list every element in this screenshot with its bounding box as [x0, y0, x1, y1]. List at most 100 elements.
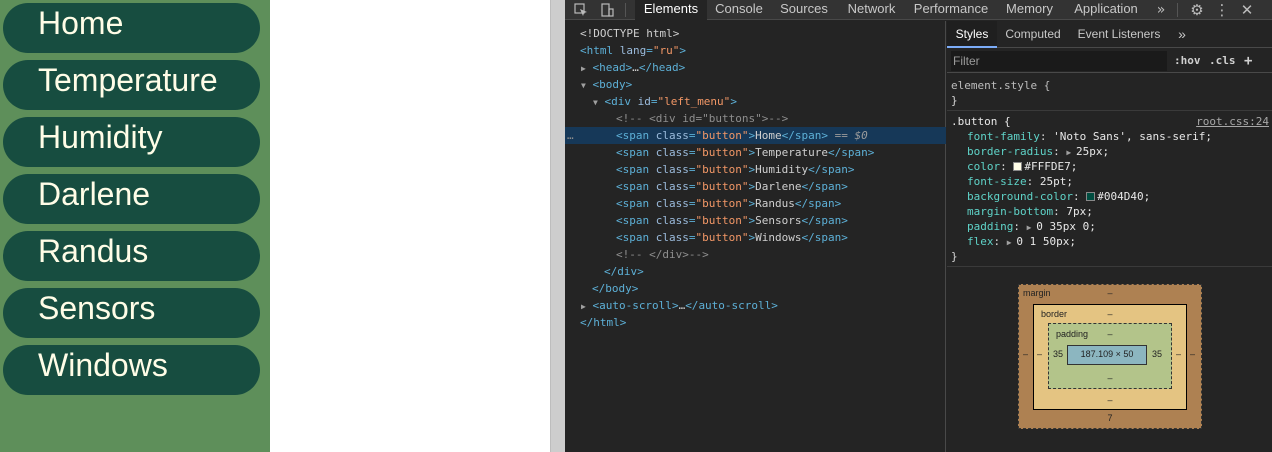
hover-state-button[interactable]: :hov — [1174, 53, 1201, 69]
rule-source-link[interactable]: root.css:24 — [1196, 114, 1269, 129]
more-styles-tabs-icon[interactable]: » — [1171, 21, 1193, 48]
page-scrollbar[interactable] — [550, 0, 565, 452]
style-property-font-family[interactable]: font-family: 'Noto Sans', sans-serif; — [967, 129, 1212, 144]
div-tag: div — [611, 95, 631, 108]
expand-triangle-icon[interactable]: ▶ — [581, 302, 586, 311]
padding-left-value[interactable]: 35 — [1053, 349, 1063, 360]
style-property-margin-bottom[interactable]: margin-bottom: 7px; — [967, 204, 1093, 219]
margin-top-value[interactable]: – — [1100, 288, 1120, 299]
tree-span-windows[interactable]: <span class="button">Windows</span> — [565, 229, 946, 246]
style-property-border-radius[interactable]: border-radius: ▶ 25px; — [967, 144, 1109, 159]
menu-button-randus[interactable]: Randus — [3, 231, 260, 281]
property-name: font-family — [967, 130, 1040, 143]
expand-triangle-icon[interactable]: ▶ — [1027, 223, 1037, 232]
class-toggle-button[interactable]: .cls — [1209, 53, 1236, 69]
filter-row: :hov .cls + — [947, 49, 1272, 73]
tab-performance[interactable]: Performance — [913, 0, 989, 20]
span-attr-value: "button" — [695, 146, 749, 159]
tab-application[interactable]: Application — [1070, 0, 1142, 20]
tree-auto-scroll[interactable]: ▶ <auto-scroll>…</auto-scroll> — [565, 297, 946, 314]
tree-span-humidity[interactable]: <span class="button">Humidity</span> — [565, 161, 946, 178]
span-tag: span — [622, 197, 650, 210]
kebab-menu-icon[interactable]: ⋮ — [1212, 0, 1232, 20]
row-menu-dots-icon[interactable]: … — [567, 127, 574, 144]
tree-body-close[interactable]: </body> — [565, 280, 946, 297]
tree-div-close[interactable]: </div> — [565, 263, 946, 280]
expand-triangle-icon[interactable]: ▶ — [581, 64, 586, 73]
tree-html-close[interactable]: </html> — [565, 314, 946, 331]
element-style-close: } — [951, 94, 958, 107]
margin-right-value[interactable]: – — [1190, 349, 1195, 360]
device-toolbar-icon[interactable] — [597, 0, 617, 20]
style-property-background-color[interactable]: background-color: #004D40; — [967, 189, 1150, 204]
menu-button-sensors[interactable]: Sensors — [3, 288, 260, 338]
new-rule-button[interactable]: + — [1244, 53, 1252, 69]
toolbar-divider — [1177, 3, 1178, 17]
more-tabs-icon[interactable]: » — [1151, 0, 1171, 20]
tab-console[interactable]: Console — [708, 0, 770, 20]
tree-comment[interactable]: <!-- </div>--> — [565, 246, 946, 263]
tab-elements[interactable]: Elements — [635, 0, 707, 20]
expand-triangle-icon[interactable]: ▶ — [1066, 148, 1076, 157]
tab-network[interactable]: Network — [843, 0, 900, 20]
styles-pane: Styles Computed Event Listeners » :hov .… — [947, 21, 1272, 452]
border-top-value[interactable]: – — [1100, 309, 1120, 320]
border-bottom-value[interactable]: – — [1100, 395, 1120, 406]
menu-button-humidity[interactable]: Humidity — [3, 117, 260, 167]
tab-computed[interactable]: Computed — [999, 21, 1067, 48]
tree-span-home[interactable]: … <span class="button">Home</span> == $0 — [565, 127, 946, 144]
tree-span-darlene[interactable]: <span class="button">Darlene</span> — [565, 178, 946, 195]
border-left-value[interactable]: – — [1037, 349, 1042, 360]
property-value: #FFFDE7; — [1024, 160, 1078, 173]
tree-span-sensors[interactable]: <span class="button">Sensors</span> — [565, 212, 946, 229]
property-value: 25pt; — [1039, 175, 1073, 188]
menu-button-home[interactable]: Home — [3, 3, 260, 53]
span-attr-value: "button" — [695, 231, 749, 244]
expand-triangle-icon[interactable]: ▶ — [1007, 238, 1017, 247]
tree-body[interactable]: ▼ <body> — [565, 76, 946, 93]
menu-button-temperature[interactable]: Temperature — [3, 60, 260, 110]
button-rule-selector[interactable]: .button { — [951, 114, 1011, 129]
padding-top-value[interactable]: – — [1100, 329, 1120, 340]
collapse-triangle-icon[interactable]: ▼ — [581, 81, 586, 90]
style-property-font-size[interactable]: font-size: 25pt; — [967, 174, 1073, 189]
styles-filter-input[interactable] — [951, 51, 1167, 71]
element-style-selector[interactable]: element.style { — [951, 78, 1050, 93]
margin-left-value[interactable]: – — [1023, 349, 1028, 360]
content-size-value[interactable]: 187.109 × 50 — [1067, 349, 1147, 360]
tree-doctype[interactable]: <!DOCTYPE html> — [565, 25, 946, 42]
padding-bottom-value[interactable]: – — [1100, 373, 1120, 384]
style-property-padding[interactable]: padding: ▶ 0 35px 0; — [967, 219, 1096, 234]
tab-event-listeners[interactable]: Event Listeners — [1073, 21, 1165, 48]
close-icon[interactable]: ✕ — [1237, 0, 1257, 20]
border-label: border — [1041, 309, 1068, 319]
property-value: 0 1 50px; — [1016, 235, 1076, 248]
span-text: Randus — [755, 197, 795, 210]
settings-gear-icon[interactable]: ⚙ — [1187, 0, 1207, 20]
border-right-value[interactable]: – — [1176, 349, 1181, 360]
color-swatch-icon[interactable] — [1013, 162, 1023, 171]
menu-button-windows[interactable]: Windows — [3, 345, 260, 395]
style-property-color[interactable]: color: #FFFDE7; — [967, 159, 1077, 174]
tree-div[interactable]: ▼ <div id="left_menu"> — [565, 93, 946, 110]
devtools-toolbar: Elements Console Sources Network Perform… — [565, 0, 1272, 20]
padding-right-value[interactable]: 35 — [1152, 349, 1162, 360]
tree-span-temperature[interactable]: <span class="button">Temperature</span> — [565, 144, 946, 161]
tree-span-randus[interactable]: <span class="button">Randus</span> — [565, 195, 946, 212]
menu-button-darlene[interactable]: Darlene — [3, 174, 260, 224]
margin-bottom-value[interactable]: 7 — [1100, 413, 1120, 424]
collapse-triangle-icon[interactable]: ▼ — [593, 98, 598, 107]
tab-memory[interactable]: Memory — [1002, 0, 1057, 20]
style-property-flex[interactable]: flex: ▶ 0 1 50px; — [967, 234, 1076, 249]
tab-sources[interactable]: Sources — [775, 0, 833, 20]
color-swatch-icon[interactable] — [1086, 192, 1096, 201]
tree-head[interactable]: ▶ <head>…</head> — [565, 59, 946, 76]
tree-comment[interactable]: <!-- <div id="buttons">--> — [565, 110, 946, 127]
rule-separator — [947, 266, 1272, 267]
tab-styles[interactable]: Styles — [947, 21, 997, 48]
div-close-tag: </div> — [604, 265, 644, 278]
inspect-element-icon[interactable] — [571, 0, 591, 20]
property-name: margin-bottom — [967, 205, 1054, 218]
tree-html[interactable]: <html lang="ru"> — [565, 42, 946, 59]
span-close-tag: span — [821, 163, 848, 176]
